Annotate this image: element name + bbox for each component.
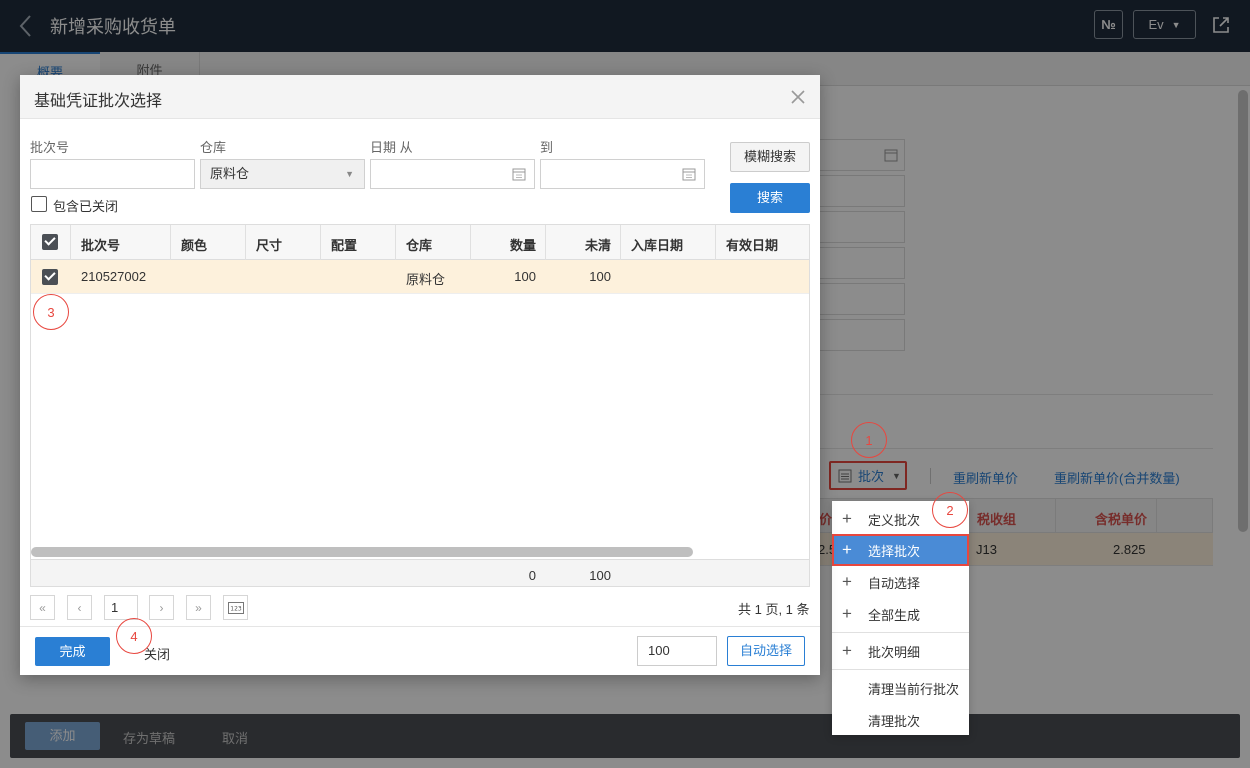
annotation-marker: 3 <box>33 294 69 330</box>
menu-item-auto-select[interactable]: + 自动选择 <box>832 566 969 598</box>
calendar-icon[interactable] <box>682 167 696 181</box>
column-line <box>70 225 71 260</box>
menu-divider <box>832 632 969 633</box>
cell-warehouse: 原料仓 <box>406 272 446 287</box>
column-header: 尺寸 <box>256 238 283 253</box>
fuzzy-search-button[interactable]: 模糊搜索 <box>730 142 810 172</box>
batch-no-input[interactable] <box>30 159 195 189</box>
date-from-input[interactable] <box>370 159 535 189</box>
column-line <box>170 225 171 260</box>
select-all-checkbox[interactable] <box>42 234 58 250</box>
column-line <box>545 225 546 260</box>
column-line <box>715 225 716 260</box>
table-header: 批次号 颜色 尺寸 配置 仓库 数量 未清 入库日期 有效日期 <box>31 225 809 260</box>
plus-icon: + <box>842 641 852 660</box>
column-header: 配置 <box>331 238 358 253</box>
dialog-header: 基础凭证批次选择 <box>20 75 820 119</box>
cell-open: 100 <box>589 269 611 284</box>
batch-menu: + 定义批次 + 选择批次 + 自动选择 + 全部生成 + 批次明细 清理当前行批次 清理… <box>832 501 969 735</box>
page-number-input[interactable]: 1 <box>104 595 138 620</box>
column-line <box>320 225 321 260</box>
menu-item-clear-row-batch[interactable]: 清理当前行批次 <box>832 672 969 704</box>
plus-icon: + <box>842 604 852 623</box>
plus-icon: + <box>842 540 852 559</box>
menu-item-batch-detail[interactable]: + 批次明细 <box>832 635 969 667</box>
close-icon[interactable] <box>788 87 808 107</box>
calendar-icon[interactable] <box>512 167 526 181</box>
numeric-icon: 123 <box>227 601 244 614</box>
total-qty: 0 <box>528 568 536 583</box>
menu-item-label: 自动选择 <box>868 575 921 591</box>
menu-item-label: 选择批次 <box>868 543 921 559</box>
include-closed-checkbox[interactable] <box>31 196 47 212</box>
search-button[interactable]: 搜索 <box>730 183 810 213</box>
annotation-marker: 4 <box>116 618 152 654</box>
warehouse-select[interactable]: 原料仓 ▼ <box>200 159 365 189</box>
warehouse-value: 原料仓 <box>210 166 250 181</box>
column-line <box>470 225 471 260</box>
pagination-info: 共 1 页, 1 条 <box>738 602 810 617</box>
auto-select-button[interactable]: 自动选择 <box>727 636 805 666</box>
first-page-button[interactable]: « <box>30 595 55 620</box>
column-header: 有效日期 <box>726 238 779 253</box>
menu-item-label: 定义批次 <box>868 512 921 528</box>
date-to-input[interactable] <box>540 159 705 189</box>
quantity-input[interactable]: 100 <box>637 636 717 666</box>
annotation-marker: 2 <box>932 492 968 528</box>
menu-item-select-batch[interactable]: + 选择批次 <box>832 534 969 566</box>
cell-batch-no: 210527002 <box>81 269 147 284</box>
menu-item-label: 批次明细 <box>868 644 921 660</box>
dialog-title: 基础凭证批次选择 <box>34 93 163 110</box>
plus-icon: + <box>842 509 852 528</box>
horizontal-scrollbar[interactable] <box>31 547 693 557</box>
date-to-label: 到 <box>540 140 554 155</box>
column-header: 批次号 <box>81 238 121 253</box>
menu-item-label: 清理当前行批次 <box>868 681 960 697</box>
page-jump-button[interactable]: 123 <box>223 595 248 620</box>
column-header: 未清 <box>584 238 611 253</box>
prev-page-button[interactable]: ‹ <box>67 595 92 620</box>
last-page-button[interactable]: » <box>186 595 211 620</box>
column-header: 数量 <box>509 238 536 253</box>
next-page-button[interactable]: › <box>149 595 174 620</box>
column-line <box>245 225 246 260</box>
column-header: 仓库 <box>406 238 433 253</box>
annotation-marker: 1 <box>851 422 887 458</box>
plus-icon: + <box>842 572 852 591</box>
menu-item-generate-all[interactable]: + 全部生成 <box>832 598 969 630</box>
column-line <box>395 225 396 260</box>
batch-table: 批次号 颜色 尺寸 配置 仓库 数量 未清 入库日期 有效日期 21052700… <box>30 224 810 587</box>
column-header: 入库日期 <box>631 238 684 253</box>
include-closed-label: 包含已关闭 <box>53 199 119 214</box>
batch-no-label: 批次号 <box>30 140 70 155</box>
totals-row: 0 100 <box>31 559 809 586</box>
menu-item-label: 全部生成 <box>868 607 921 623</box>
total-open: 100 <box>589 568 611 583</box>
chevron-down-icon: ▼ <box>345 169 354 179</box>
batch-select-dialog: 基础凭证批次选择 批次号 仓库 原料仓 ▼ 日期 从 到 模糊搜索 搜索 包含已… <box>20 75 820 675</box>
menu-divider <box>832 669 969 670</box>
table-row[interactable]: 210527002 原料仓 100 100 <box>31 260 809 294</box>
done-button[interactable]: 完成 <box>35 637 110 666</box>
svg-text:123: 123 <box>230 605 242 612</box>
column-line <box>620 225 621 260</box>
menu-item-label: 清理批次 <box>868 713 921 729</box>
menu-item-clear-batch[interactable]: 清理批次 <box>832 704 969 736</box>
date-from-label: 日期 从 <box>370 140 413 155</box>
column-header: 颜色 <box>181 238 208 253</box>
cell-qty: 100 <box>514 269 536 284</box>
warehouse-label: 仓库 <box>200 140 227 155</box>
row-checkbox[interactable] <box>42 269 58 285</box>
